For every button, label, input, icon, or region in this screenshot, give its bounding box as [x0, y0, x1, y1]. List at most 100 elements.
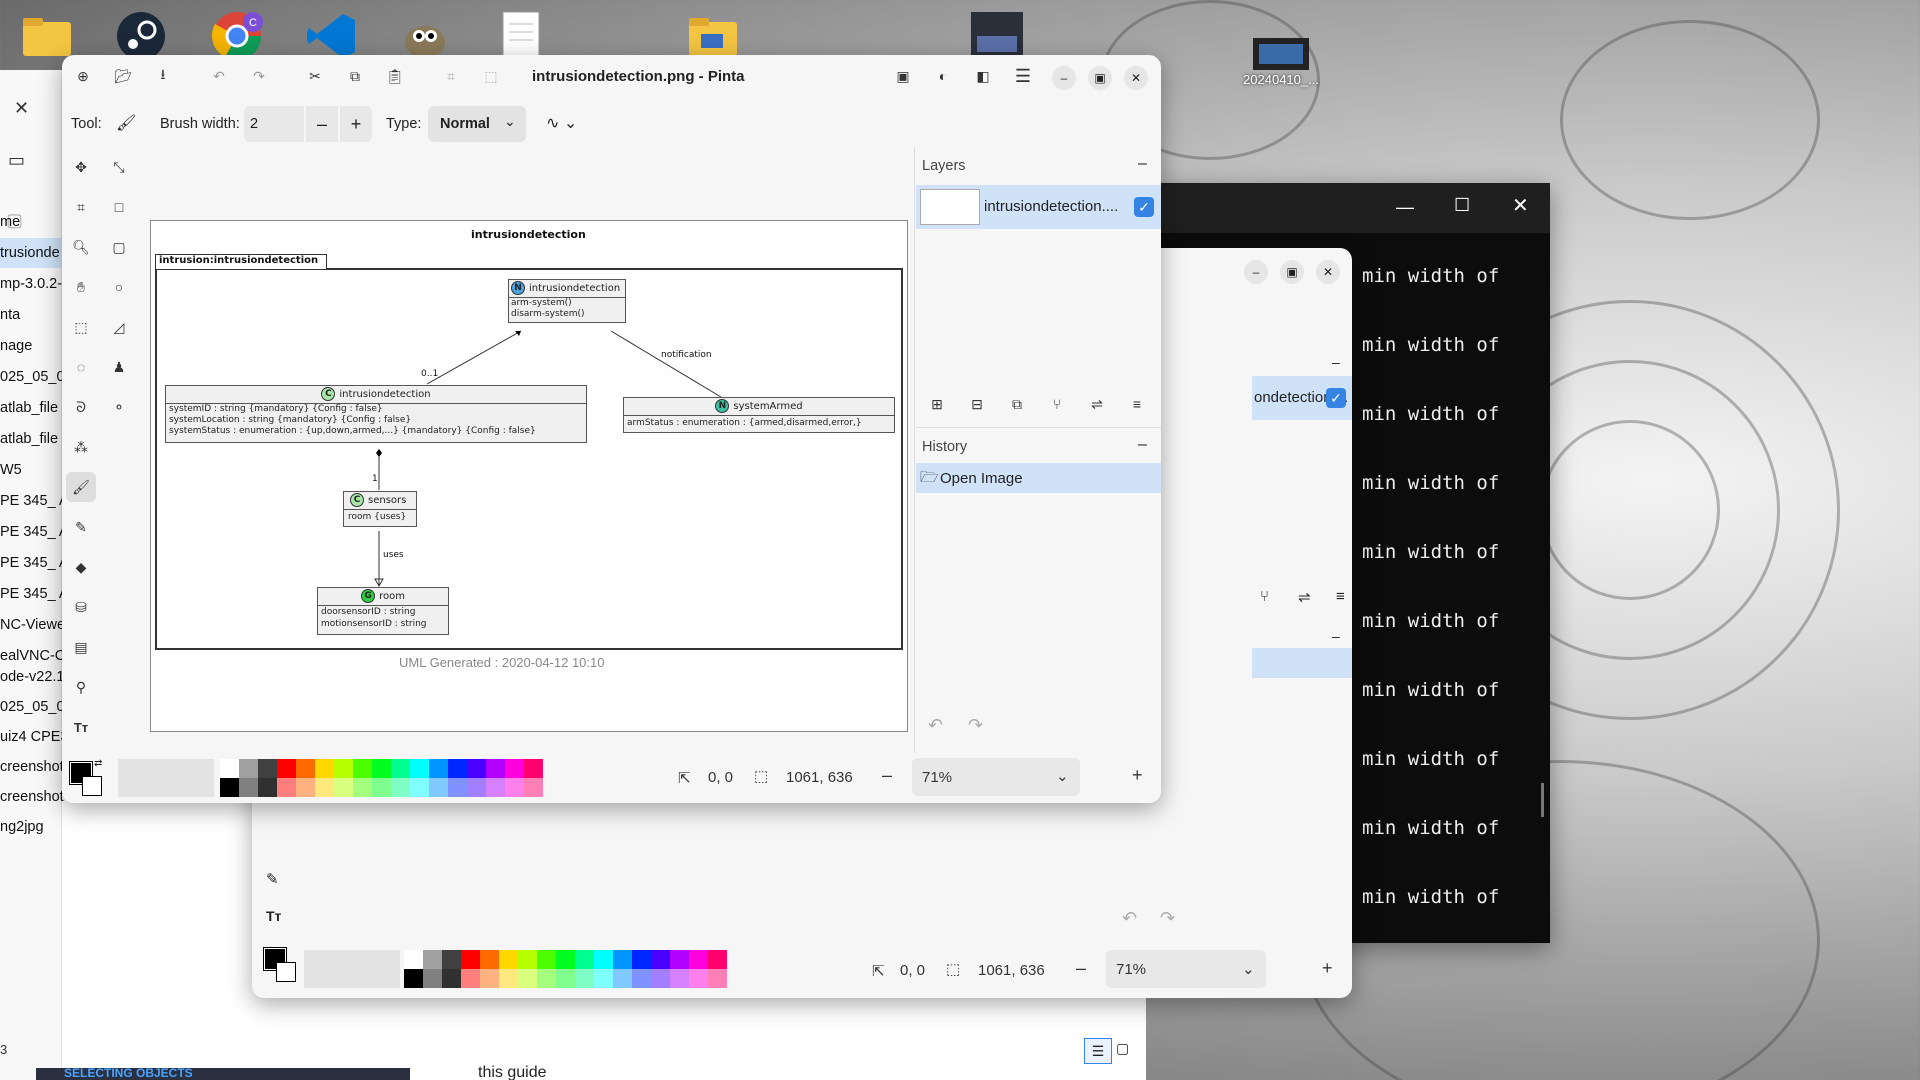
layers-collapse-icon[interactable]: –	[1332, 354, 1340, 370]
palette-swatch[interactable]	[524, 759, 543, 778]
sidebar-item[interactable]: PE 345_ A	[0, 486, 62, 516]
palette-swatch[interactable]	[499, 969, 518, 988]
palette-swatch[interactable]	[480, 969, 499, 988]
palette-swatch[interactable]	[670, 969, 689, 988]
sidebar-item[interactable]: PE 345_ A	[0, 579, 62, 609]
crop-icon[interactable]: ⌗	[436, 61, 466, 91]
palette-swatch[interactable]	[404, 950, 423, 969]
palette-swatch[interactable]	[594, 969, 613, 988]
palette-swatch[interactable]	[556, 950, 575, 969]
move-selected-icon[interactable]: ✥	[66, 152, 96, 182]
palette-swatch[interactable]	[524, 778, 543, 797]
palette-swatch[interactable]	[220, 759, 239, 778]
palette-swatch[interactable]	[632, 950, 651, 969]
gradient-icon[interactable]: ▤	[66, 632, 96, 662]
delete-layer-icon[interactable]: ⊟	[962, 389, 992, 419]
canvas-area[interactable]: intrusiondetection intrusion:intrusionde…	[150, 220, 910, 735]
rectangle-icon[interactable]: □	[104, 192, 134, 222]
palette-swatch[interactable]	[239, 759, 258, 778]
sidebar-item[interactable]: NC-Viewe	[0, 610, 62, 640]
brush-width-decrease[interactable]: –	[306, 106, 338, 142]
secondary-color[interactable]	[82, 776, 102, 796]
sidebar-item[interactable]: nage	[0, 331, 62, 361]
cut-icon[interactable]: ✂	[300, 61, 330, 91]
file-name[interactable]: ng2jpg	[0, 812, 44, 842]
palette-swatch[interactable]	[651, 950, 670, 969]
redo-icon[interactable]: ↷	[244, 61, 274, 91]
open-folder-icon[interactable]: 📂︎	[108, 61, 138, 91]
rectangle-select-icon[interactable]: ⬚	[66, 312, 96, 342]
paintbrush-tool-icon[interactable]: 🖌︎	[66, 472, 96, 502]
pencil-icon[interactable]: ✎	[266, 870, 279, 888]
palette-swatch[interactable]	[613, 969, 632, 988]
history-item[interactable]	[1252, 648, 1352, 678]
zoom-out-button[interactable]: –	[1076, 958, 1086, 979]
zoom-out-button[interactable]: –	[882, 765, 892, 786]
copy-icon[interactable]: ⧉	[340, 61, 370, 91]
pinta-window[interactable]: ⊕ 📂︎ ⭳ ↶ ↷ ✂ ⧉ 📋︎ ⌗ ⬚ intrusiondetection…	[62, 55, 1161, 803]
eraser-icon[interactable]: ◆	[66, 552, 96, 582]
chevron-down-icon[interactable]: ⌄	[1056, 767, 1069, 785]
sidebar-item[interactable]: mp-3.0.2-	[0, 269, 62, 299]
zoom-icon[interactable]: ⌗	[66, 192, 96, 222]
paste-icon[interactable]: 📋︎	[380, 61, 410, 91]
palette-swatch[interactable]	[480, 950, 499, 969]
palette-swatch[interactable]	[537, 950, 556, 969]
monitor-icon[interactable]: ▭	[8, 150, 25, 171]
palette-swatch[interactable]	[499, 950, 518, 969]
palette-swatch[interactable]	[423, 969, 442, 988]
history-collapse-icon[interactable]: –	[1138, 436, 1147, 454]
close-icon[interactable]: ✕	[1512, 193, 1529, 218]
palette-swatch[interactable]	[423, 950, 442, 969]
palette-swatch[interactable]	[410, 759, 429, 778]
layer-properties-icon[interactable]: ⇌	[1298, 588, 1311, 606]
palette-swatch[interactable]	[575, 950, 594, 969]
palette-swatch[interactable]	[518, 950, 537, 969]
chevron-down-icon[interactable]: ⌄	[1242, 960, 1255, 978]
palette-swatch[interactable]	[220, 778, 239, 797]
palette-swatch[interactable]	[448, 759, 467, 778]
palette-swatch[interactable]	[467, 759, 486, 778]
palette-swatch[interactable]	[404, 969, 423, 988]
deselect-icon[interactable]: ⬚	[476, 61, 506, 91]
palette-swatch[interactable]	[334, 759, 353, 778]
palette-swatch[interactable]	[315, 759, 334, 778]
swap-colors-icon[interactable]: ⇄	[94, 758, 102, 769]
palette-swatch[interactable]	[391, 759, 410, 778]
palette-swatch[interactable]	[372, 778, 391, 797]
palette-swatch[interactable]	[258, 778, 277, 797]
palette-swatch[interactable]	[486, 759, 505, 778]
merge-layer-icon[interactable]: ⑂	[1260, 588, 1269, 605]
magic-wand-icon[interactable]: ⁂	[66, 432, 96, 462]
image-canvas[interactable]: intrusiondetection intrusion:intrusionde…	[150, 220, 908, 732]
sidebar-item[interactable]: me	[0, 207, 62, 237]
video-thumbnail-icon[interactable]	[966, 6, 1028, 62]
new-image-icon[interactable]: ⊕	[68, 61, 98, 91]
save-icon[interactable]: ⭳	[148, 61, 178, 91]
palette-swatch[interactable]	[429, 778, 448, 797]
add-layer-icon[interactable]: ⊞	[922, 389, 952, 419]
redo-icon[interactable]: ↷	[968, 715, 983, 736]
sidebar-item[interactable]: nta	[0, 300, 62, 330]
history-collapse-icon[interactable]: –	[1332, 628, 1340, 644]
text-tool-icon[interactable]: Tт	[266, 908, 281, 924]
palette-swatch[interactable]	[594, 950, 613, 969]
terminal-scrollbar[interactable]	[1541, 783, 1544, 817]
palette-swatch[interactable]	[442, 950, 461, 969]
clone-stamp-icon[interactable]: ♟	[104, 352, 134, 382]
palette-swatch[interactable]	[277, 759, 296, 778]
palette-swatch[interactable]	[632, 969, 651, 988]
antialiasing-dropdown[interactable]: ∿ ⌄	[546, 113, 577, 133]
palette-swatch[interactable]	[391, 778, 410, 797]
palette-swatch[interactable]	[296, 778, 315, 797]
effects-icon[interactable]: ◧	[968, 61, 998, 91]
palette-swatch[interactable]	[315, 778, 334, 797]
minimize-icon[interactable]: —	[1396, 197, 1414, 218]
palette-swatch[interactable]	[575, 969, 594, 988]
paint-bucket-icon[interactable]: ⛁	[66, 592, 96, 622]
layer-menu-icon[interactable]: ≡	[1122, 389, 1152, 419]
layer-visible-checkbox[interactable]: ✓	[1134, 197, 1154, 217]
palette-swatch[interactable]	[556, 969, 575, 988]
palette-swatch[interactable]	[670, 950, 689, 969]
palette-swatch[interactable]	[410, 778, 429, 797]
